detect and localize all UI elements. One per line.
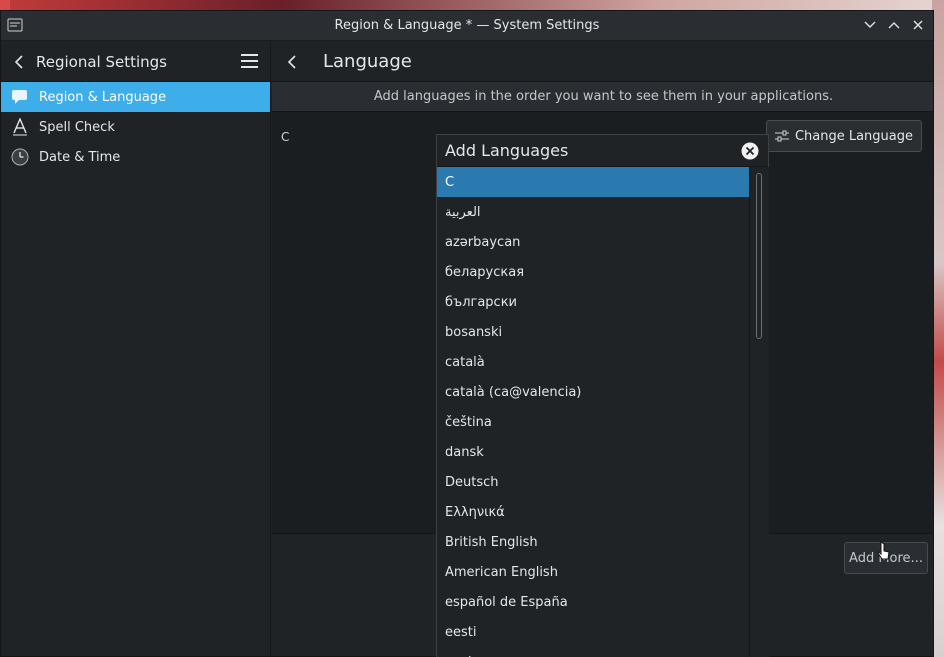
- language-item[interactable]: euskara: [437, 647, 749, 657]
- sidebar-header: Regional Settings: [1, 42, 270, 82]
- desktop-background-top: [0, 0, 944, 10]
- sidebar-title: Regional Settings: [36, 52, 168, 71]
- sidebar-item-region-language[interactable]: Region & Language: [1, 82, 270, 112]
- language-item[interactable]: català (ca@valencia): [437, 377, 749, 407]
- spellcheck-a-icon: [11, 118, 29, 136]
- language-item[interactable]: български: [437, 287, 749, 317]
- window-title: Region & Language * — System Settings: [334, 18, 600, 33]
- chevron-down-icon: [864, 21, 876, 28]
- change-language-button[interactable]: Change Language: [765, 120, 922, 152]
- change-language-label: Change Language: [794, 128, 913, 144]
- hamburger-menu-icon[interactable]: [241, 54, 258, 69]
- language-item[interactable]: català: [437, 347, 749, 377]
- language-item[interactable]: Ελληνικά: [437, 497, 749, 527]
- window-menu-icon[interactable]: [7, 17, 23, 33]
- clock-icon: [11, 148, 29, 166]
- maximize-button[interactable]: [887, 17, 901, 33]
- sidebar-item-spell-check[interactable]: Spell Check: [1, 112, 270, 142]
- minimize-button[interactable]: [863, 17, 877, 33]
- language-item[interactable]: C: [437, 167, 749, 197]
- current-language: C: [281, 130, 290, 144]
- page-subtitle: Add languages in the order you want to s…: [272, 82, 933, 112]
- language-item[interactable]: čeština: [437, 407, 749, 437]
- sidebar-item-label: Region & Language: [39, 89, 167, 105]
- close-window-button[interactable]: [911, 17, 925, 33]
- sliders-icon: [774, 130, 789, 142]
- sidebar: Regional Settings Region & Language Spel…: [1, 42, 271, 656]
- scrollbar[interactable]: [749, 167, 769, 657]
- scrollbar-thumb[interactable]: [756, 173, 762, 339]
- language-item[interactable]: azərbaycan: [437, 227, 749, 257]
- close-icon[interactable]: [741, 142, 759, 160]
- back-icon[interactable]: [284, 54, 300, 70]
- dialog-header: Add Languages: [437, 135, 768, 167]
- speech-bubble-icon: [11, 88, 29, 106]
- language-item[interactable]: español de España: [437, 587, 749, 617]
- close-icon: [913, 20, 923, 30]
- language-item[interactable]: dansk: [437, 437, 749, 467]
- language-item[interactable]: беларуская: [437, 257, 749, 287]
- main-header: Language: [272, 42, 933, 82]
- add-languages-dialog: Add Languages C العربية azərbaycan беларуск…: [436, 134, 769, 657]
- sidebar-back-icon[interactable]: [11, 54, 27, 70]
- language-item[interactable]: bosanski: [437, 317, 749, 347]
- page-title: Language: [323, 51, 412, 72]
- chevron-up-icon: [888, 22, 900, 29]
- language-item[interactable]: British English: [437, 527, 749, 557]
- mouse-cursor-icon: [877, 541, 890, 560]
- dialog-title: Add Languages: [445, 141, 569, 160]
- language-item[interactable]: العربية: [437, 197, 749, 227]
- title-bar[interactable]: Region & Language * — System Settings: [1, 11, 933, 41]
- language-item[interactable]: eesti: [437, 617, 749, 647]
- languages-list[interactable]: C العربية azərbaycan беларуская български bos…: [437, 167, 749, 657]
- sidebar-item-date-time[interactable]: Date & Time: [1, 142, 270, 172]
- sidebar-item-label: Spell Check: [39, 119, 115, 135]
- language-item[interactable]: American English: [437, 557, 749, 587]
- sidebar-item-label: Date & Time: [39, 149, 121, 165]
- language-item[interactable]: Deutsch: [437, 467, 749, 497]
